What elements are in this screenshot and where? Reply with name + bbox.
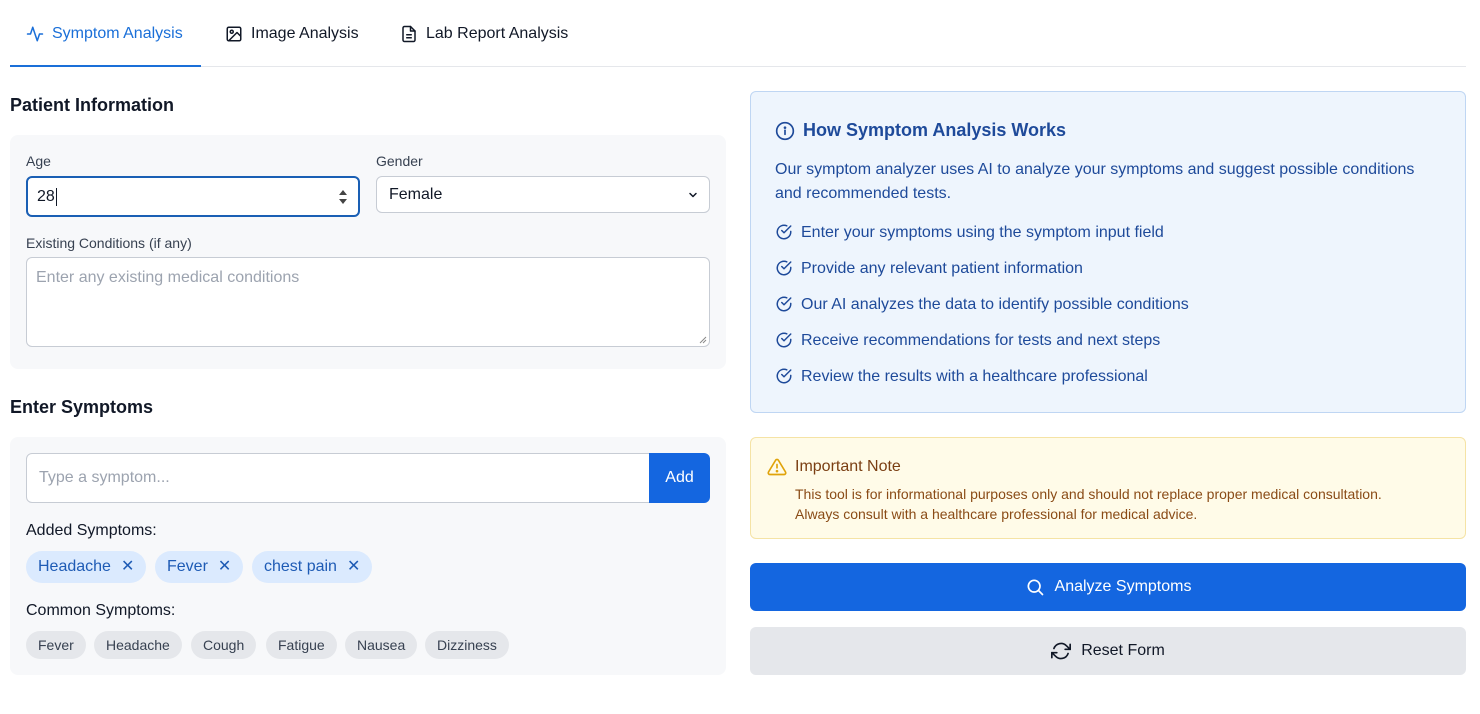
common-symptom-headache[interactable]: Headache xyxy=(94,631,182,659)
important-note-title: Important Note xyxy=(795,458,901,475)
reset-label: Reset Form xyxy=(1081,642,1165,659)
check-circle-icon xyxy=(776,224,792,240)
search-icon xyxy=(1027,579,1043,596)
added-symptoms-title: Added Symptoms: xyxy=(26,522,157,539)
common-symptom-cough[interactable]: Cough xyxy=(191,631,257,659)
common-symptom-fever[interactable]: Fever xyxy=(26,631,86,659)
activity-icon xyxy=(26,26,44,41)
symptom-input-placeholder: Type a symptom... xyxy=(39,469,170,486)
tab-label: Lab Report Analysis xyxy=(426,24,569,42)
step-item: Enter your symptoms using the symptom in… xyxy=(801,224,1164,241)
step-item: Provide any relevant patient information xyxy=(801,260,1083,277)
tab-lab-report-analysis[interactable]: Lab Report Analysis xyxy=(400,0,568,67)
step-item: Receive recommendations for tests and ne… xyxy=(801,332,1161,349)
remove-icon[interactable]: ✕ xyxy=(218,559,231,575)
how-it-works-panel: How Symptom Analysis Works Our symptom a… xyxy=(750,91,1466,413)
symptom-chip: chest pain ✕ xyxy=(252,551,373,583)
note-line: Always consult with a healthcare profess… xyxy=(795,506,1198,522)
patient-info-title: Patient Information xyxy=(10,95,175,115)
chip-label: chest pain xyxy=(264,558,337,575)
how-it-works-description: Our symptom analyzer uses AI to analyze … xyxy=(775,161,1415,202)
symptoms-title: Enter Symptoms xyxy=(10,397,154,417)
step-item: Review the results with a healthcare pro… xyxy=(801,368,1148,385)
analyze-label: Analyze Symptoms xyxy=(1054,578,1192,595)
symptom-chip: Headache ✕ xyxy=(26,551,147,583)
check-circle-icon xyxy=(776,368,792,384)
text-cursor xyxy=(55,187,57,206)
chevron-down-icon xyxy=(689,192,697,197)
tab-label: Image Analysis xyxy=(251,24,359,42)
how-it-works-title: How Symptom Analysis Works xyxy=(803,120,1067,140)
gender-select[interactable]: Female xyxy=(376,176,710,213)
note-line: This tool is for informational purposes … xyxy=(795,486,1382,502)
conditions-placeholder: Enter any existing medical conditions xyxy=(36,269,300,286)
chip-label: Headache xyxy=(38,558,111,575)
reset-form-button[interactable]: Reset Form xyxy=(750,627,1466,675)
tab-bar: Symptom Analysis Image Analysis Lab Repo… xyxy=(10,0,1466,67)
gender-value: Female xyxy=(389,185,443,203)
common-symptom-fatigue[interactable]: Fatigue xyxy=(266,631,337,659)
check-circle-icon xyxy=(776,332,792,348)
tab-image-analysis[interactable]: Image Analysis xyxy=(225,0,359,67)
tab-label: Symptom Analysis xyxy=(52,24,183,42)
add-symptom-button[interactable]: Add xyxy=(649,453,710,503)
conditions-label: Existing Conditions (if any) xyxy=(26,235,192,251)
check-circle-icon xyxy=(776,296,792,312)
symptom-chip: Fever ✕ xyxy=(155,551,244,583)
age-input[interactable]: 28 xyxy=(26,176,360,217)
info-icon xyxy=(775,121,795,141)
refresh-icon xyxy=(1051,642,1072,660)
file-icon xyxy=(402,25,416,42)
check-circle-icon xyxy=(776,260,792,276)
symptom-input[interactable]: Type a symptom... xyxy=(26,453,650,503)
analyze-symptoms-button[interactable]: Analyze Symptoms xyxy=(750,563,1466,611)
image-icon xyxy=(226,26,242,41)
tab-symptom-analysis[interactable]: Symptom Analysis xyxy=(26,0,183,67)
resize-grip-icon[interactable] xyxy=(699,336,707,344)
age-value: 28 xyxy=(37,187,55,205)
step-item: Our AI analyzes the data to identify pos… xyxy=(801,296,1189,313)
age-label: Age xyxy=(26,153,51,169)
important-note-panel: Important Note This tool is for informat… xyxy=(750,437,1466,539)
common-symptom-dizziness[interactable]: Dizziness xyxy=(425,631,509,659)
chip-label: Fever xyxy=(167,558,208,575)
warning-icon xyxy=(767,458,787,476)
stepper-icon[interactable] xyxy=(338,187,348,207)
common-symptoms-title: Common Symptoms: xyxy=(26,602,176,619)
conditions-textarea[interactable]: Enter any existing medical conditions xyxy=(26,257,710,347)
common-symptom-nausea[interactable]: Nausea xyxy=(345,631,418,659)
important-note-text: This tool is for informational purposes … xyxy=(795,484,1382,524)
gender-label: Gender xyxy=(376,153,423,169)
active-tab-indicator xyxy=(10,65,201,67)
remove-icon[interactable]: ✕ xyxy=(347,559,360,575)
remove-icon[interactable]: ✕ xyxy=(121,559,134,575)
